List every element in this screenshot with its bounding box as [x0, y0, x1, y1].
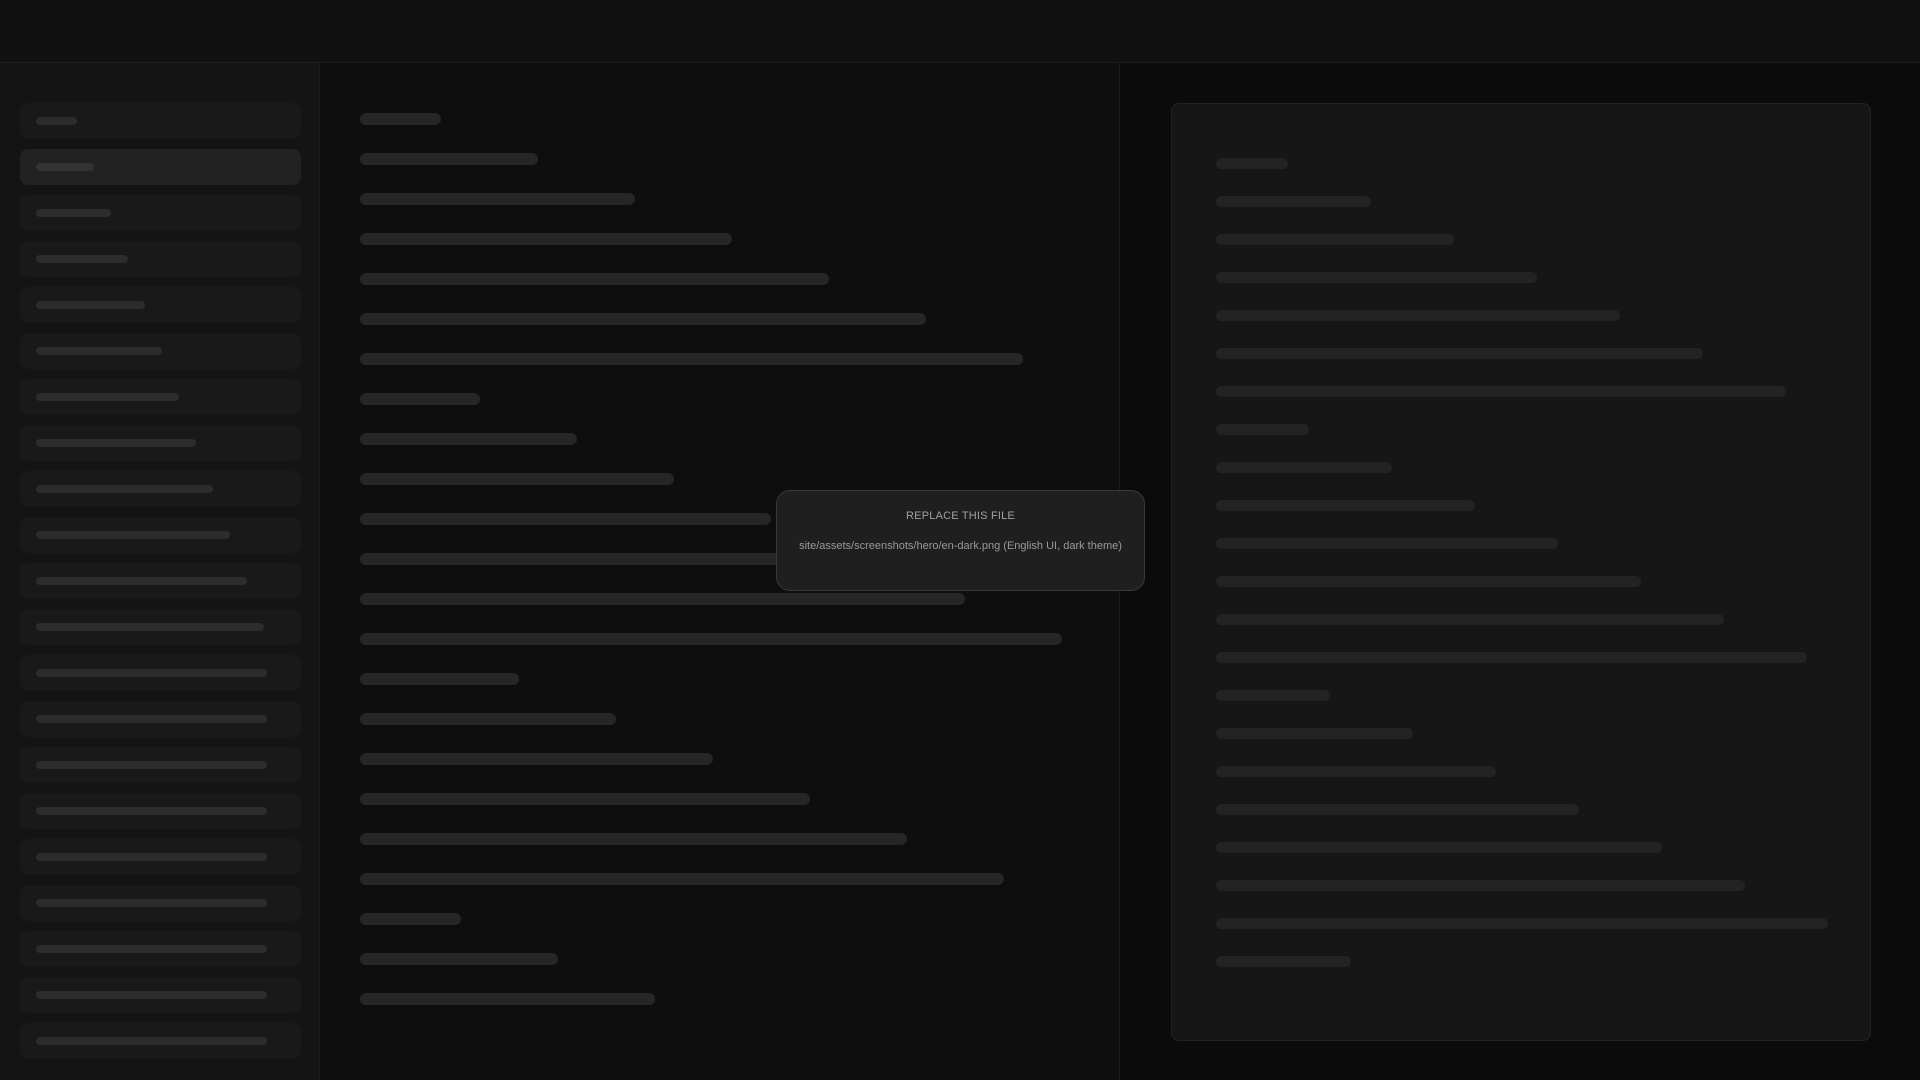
sidebar-item-placeholder — [36, 945, 267, 953]
preview-line — [1216, 424, 1309, 435]
preview-card — [1171, 103, 1871, 1041]
preview-line — [1216, 310, 1620, 321]
sidebar-item-placeholder — [36, 439, 196, 447]
preview-line — [1216, 538, 1558, 549]
notice-title: REPLACE THIS FILE — [906, 510, 1015, 522]
editor-line — [360, 913, 461, 925]
editor-line — [360, 113, 441, 125]
preview-line — [1216, 804, 1579, 815]
editor-line — [360, 873, 1004, 885]
preview-line — [1216, 158, 1288, 169]
editor-line — [360, 633, 1062, 645]
preview-line — [1216, 652, 1807, 663]
preview-line — [1216, 234, 1454, 245]
sidebar — [0, 63, 320, 1080]
sidebar-item[interactable] — [20, 471, 301, 507]
preview-line — [1216, 500, 1475, 511]
preview-line — [1216, 576, 1641, 587]
editor-line — [360, 673, 519, 685]
editor-line — [360, 713, 616, 725]
sidebar-item[interactable] — [20, 103, 301, 139]
editor-line — [360, 273, 829, 285]
preview-line — [1216, 386, 1786, 397]
notice-path: site/assets/screenshots/hero/en-dark.png… — [799, 540, 1122, 552]
sidebar-item-placeholder — [36, 761, 267, 769]
sidebar-item-placeholder — [36, 669, 267, 677]
preview-line — [1216, 690, 1330, 701]
editor-line — [360, 953, 558, 965]
sidebar-item[interactable] — [20, 609, 301, 645]
sidebar-item-placeholder — [36, 163, 94, 171]
sidebar-item-placeholder — [36, 991, 267, 999]
preview-pane — [1121, 63, 1920, 1080]
editor-line — [360, 473, 674, 485]
sidebar-item-placeholder — [36, 577, 247, 585]
preview-line — [1216, 842, 1662, 853]
editor-line — [360, 233, 732, 245]
sidebar-item-placeholder — [36, 807, 267, 815]
preview-line — [1216, 614, 1724, 625]
sidebar-item-placeholder — [36, 117, 77, 125]
preview-line — [1216, 766, 1496, 777]
sidebar-item[interactable] — [20, 563, 301, 599]
sidebar-item-placeholder — [36, 1037, 267, 1045]
editor-line — [360, 193, 635, 205]
sidebar-item[interactable] — [20, 1023, 301, 1059]
sidebar-item[interactable] — [20, 655, 301, 691]
preview-line — [1216, 728, 1413, 739]
editor-line — [360, 793, 810, 805]
editor-line — [360, 593, 965, 605]
editor-line — [360, 833, 907, 845]
editor-line — [360, 353, 1023, 365]
preview-line — [1216, 918, 1828, 929]
preview-line — [1216, 462, 1392, 473]
sidebar-item-placeholder — [36, 485, 213, 493]
sidebar-item-placeholder — [36, 623, 264, 631]
sidebar-item-placeholder — [36, 255, 128, 263]
sidebar-item-active[interactable] — [20, 149, 301, 185]
preview-line — [1216, 880, 1745, 891]
sidebar-item[interactable] — [20, 425, 301, 461]
editor-line — [360, 993, 655, 1005]
sidebar-item-placeholder — [36, 347, 162, 355]
sidebar-item[interactable] — [20, 241, 301, 277]
sidebar-item-placeholder — [36, 899, 267, 907]
sidebar-item-placeholder — [36, 393, 179, 401]
sidebar-item[interactable] — [20, 977, 301, 1013]
sidebar-item[interactable] — [20, 839, 301, 875]
sidebar-item[interactable] — [20, 931, 301, 967]
sidebar-item[interactable] — [20, 333, 301, 369]
top-bar — [0, 0, 1920, 63]
sidebar-item[interactable] — [20, 287, 301, 323]
editor-line — [360, 313, 926, 325]
sidebar-item[interactable] — [20, 701, 301, 737]
preview-line — [1216, 348, 1703, 359]
sidebar-item[interactable] — [20, 793, 301, 829]
sidebar-item-placeholder — [36, 209, 111, 217]
preview-line — [1216, 272, 1537, 283]
sidebar-item[interactable] — [20, 885, 301, 921]
editor-line — [360, 153, 538, 165]
sidebar-item[interactable] — [20, 195, 301, 231]
preview-line — [1216, 196, 1371, 207]
sidebar-item-placeholder — [36, 301, 145, 309]
replace-file-notice: REPLACE THIS FILE site/assets/screenshot… — [776, 490, 1145, 591]
preview-line — [1216, 956, 1351, 967]
editor-line — [360, 513, 771, 525]
sidebar-item[interactable] — [20, 747, 301, 783]
editor-line — [360, 393, 480, 405]
sidebar-item-placeholder — [36, 715, 267, 723]
sidebar-item[interactable] — [20, 517, 301, 553]
editor-line — [360, 433, 577, 445]
sidebar-item-placeholder — [36, 531, 230, 539]
sidebar-item[interactable] — [20, 379, 301, 415]
editor-line — [360, 753, 713, 765]
app-window: REPLACE THIS FILE site/assets/screenshot… — [0, 0, 1920, 1080]
sidebar-item-placeholder — [36, 853, 267, 861]
